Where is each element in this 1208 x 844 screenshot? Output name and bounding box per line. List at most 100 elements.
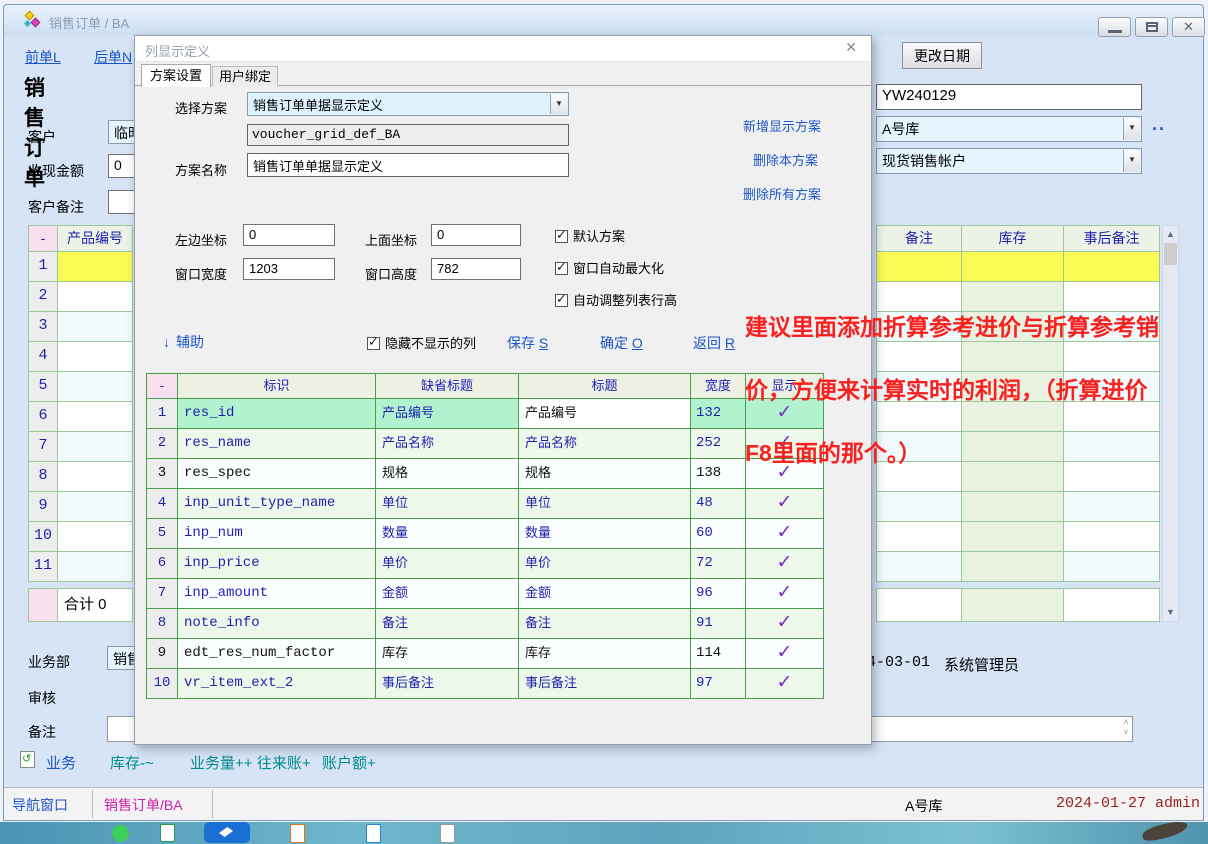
grid-cell[interactable] — [58, 372, 133, 402]
grid-cell[interactable] — [58, 282, 133, 312]
column-default-title[interactable]: 单位 — [376, 489, 519, 519]
column-identifier[interactable]: res_id — [178, 399, 376, 429]
account-balance-link[interactable]: 账户额+ — [322, 752, 376, 773]
column-default-title[interactable]: 库存 — [376, 639, 519, 669]
column-identifier[interactable]: inp_price — [178, 549, 376, 579]
order-number-field[interactable]: YW240129 — [876, 84, 1142, 110]
column-def-row-number[interactable]: 1 — [146, 399, 178, 429]
column-default-title[interactable]: 规格 — [376, 459, 519, 489]
grid-cell[interactable] — [58, 402, 133, 432]
chevron-down-icon[interactable]: ▼ — [550, 94, 567, 114]
column-width-value[interactable]: 91 — [691, 609, 746, 639]
grid-cell[interactable] — [58, 492, 133, 522]
column-width-value[interactable]: 252 — [691, 429, 746, 459]
column-default-title[interactable]: 产品编号 — [376, 399, 519, 429]
visible-check-icon[interactable]: ✓ — [746, 669, 824, 699]
column-identifier[interactable]: note_info — [178, 609, 376, 639]
change-date-button[interactable]: 更改日期 — [902, 42, 982, 69]
auto-row-height-checkbox[interactable]: ✓自动调整列表行高 — [555, 290, 677, 309]
save-link[interactable]: 保存 S — [507, 333, 548, 353]
column-def-row-number[interactable]: 2 — [146, 429, 178, 459]
visible-check-icon[interactable]: ✓ — [746, 579, 824, 609]
delete-scheme-link[interactable]: 删除本方案 — [753, 150, 818, 169]
column-title-editable[interactable]: 单位 — [519, 489, 691, 519]
grid-cell[interactable] — [876, 522, 962, 552]
column-width-value[interactable]: 48 — [691, 489, 746, 519]
grid-cell[interactable] — [58, 252, 133, 282]
taskbar-app-icon[interactable] — [366, 824, 381, 843]
column-title-editable[interactable]: 金额 — [519, 579, 691, 609]
column-default-title[interactable]: 单价 — [376, 549, 519, 579]
auto-maximize-checkbox[interactable]: ✓窗口自动最大化 — [555, 258, 664, 277]
taskbar-app-icon[interactable] — [112, 825, 129, 842]
grid-cell[interactable] — [58, 522, 133, 552]
auxiliary-button[interactable]: ↓辅助 — [163, 332, 204, 352]
taskbar-app-icon[interactable] — [290, 824, 305, 843]
column-default-title[interactable]: 备注 — [376, 609, 519, 639]
column-identifier[interactable]: inp_unit_type_name — [178, 489, 376, 519]
minimize-button[interactable] — [1098, 17, 1131, 37]
back-link[interactable]: 返回 R — [693, 333, 735, 353]
column-identifier[interactable]: inp_num — [178, 519, 376, 549]
grid-cell[interactable] — [1064, 522, 1160, 552]
delete-all-schemes-link[interactable]: 删除所有方案 — [743, 184, 821, 203]
column-default-title[interactable]: 事后备注 — [376, 669, 519, 699]
grid-cell[interactable] — [876, 252, 962, 282]
column-def-row-number[interactable]: 7 — [146, 579, 178, 609]
warehouse-more-button[interactable]: .. — [1152, 114, 1166, 135]
grid-cell[interactable] — [962, 522, 1064, 552]
column-def-row-number[interactable]: 4 — [146, 489, 178, 519]
default-scheme-checkbox[interactable]: ✓默认方案 — [555, 226, 625, 245]
visible-check-icon[interactable]: ✓ — [746, 639, 824, 669]
column-default-title[interactable]: 产品名称 — [376, 429, 519, 459]
tab-user-binding[interactable]: 用户绑定 — [212, 66, 278, 86]
chevron-down-icon[interactable]: ▼ — [1123, 118, 1140, 140]
chevron-down-icon[interactable]: ▼ — [1123, 150, 1140, 172]
column-title-editable[interactable]: 产品名称 — [519, 429, 691, 459]
taskbar-app-icon[interactable] — [440, 824, 455, 843]
left-coord-field[interactable]: 0 — [243, 224, 335, 246]
checkbox-checked-icon[interactable]: ✓ — [555, 294, 568, 307]
status-tab-current-doc[interactable]: 销售订单/BA — [104, 795, 183, 815]
column-default-title[interactable]: 数量 — [376, 519, 519, 549]
dialog-close-icon[interactable]: ✕ — [845, 39, 857, 56]
close-button[interactable]: ✕ — [1172, 17, 1205, 37]
column-title-editable[interactable]: 规格 — [519, 459, 691, 489]
column-def-row-number[interactable]: 10 — [146, 669, 178, 699]
column-width-value[interactable]: 114 — [691, 639, 746, 669]
column-identifier[interactable]: res_name — [178, 429, 376, 459]
visible-check-icon[interactable]: ✓ — [746, 519, 824, 549]
grid-cell[interactable] — [876, 552, 962, 582]
column-identifier[interactable]: res_spec — [178, 459, 376, 489]
warehouse-combobox[interactable]: A号库 ▼ — [876, 116, 1142, 142]
column-identifier[interactable]: inp_amount — [178, 579, 376, 609]
spinner-down-icon[interactable]: ∨ — [1123, 727, 1129, 736]
column-width-value[interactable]: 72 — [691, 549, 746, 579]
checkbox-checked-icon[interactable]: ✓ — [555, 230, 568, 243]
column-title-editable[interactable]: 备注 — [519, 609, 691, 639]
add-scheme-link[interactable]: 新增显示方案 — [743, 116, 821, 135]
grid-cell[interactable] — [58, 342, 133, 372]
column-width-value[interactable]: 60 — [691, 519, 746, 549]
grid-cell[interactable] — [58, 312, 133, 342]
volume-link[interactable]: 业务量++ — [190, 752, 253, 773]
tab-scheme-settings[interactable]: 方案设置 — [141, 64, 211, 87]
status-tab-navigation[interactable]: 导航窗口 — [12, 795, 68, 815]
grid-cell[interactable] — [962, 552, 1064, 582]
taskbar-app-icon[interactable] — [160, 824, 175, 842]
column-width-value[interactable]: 97 — [691, 669, 746, 699]
visible-check-icon[interactable]: ✓ — [746, 609, 824, 639]
column-width-value[interactable]: 138 — [691, 459, 746, 489]
grid-cell[interactable] — [1064, 552, 1160, 582]
spinner-up-icon[interactable]: ∧ — [1123, 717, 1129, 726]
grid-cell[interactable] — [58, 552, 133, 582]
next-voucher-link[interactable]: 后单N — [94, 47, 132, 67]
column-title-editable[interactable]: 库存 — [519, 639, 691, 669]
window-height-field[interactable]: 782 — [431, 258, 521, 280]
grid-cell[interactable] — [962, 252, 1064, 282]
column-title-editable[interactable]: 事后备注 — [519, 669, 691, 699]
top-coord-field[interactable]: 0 — [431, 224, 521, 246]
column-identifier[interactable]: vr_item_ext_2 — [178, 669, 376, 699]
visible-check-icon[interactable]: ✓ — [746, 549, 824, 579]
column-def-row-number[interactable]: 3 — [146, 459, 178, 489]
